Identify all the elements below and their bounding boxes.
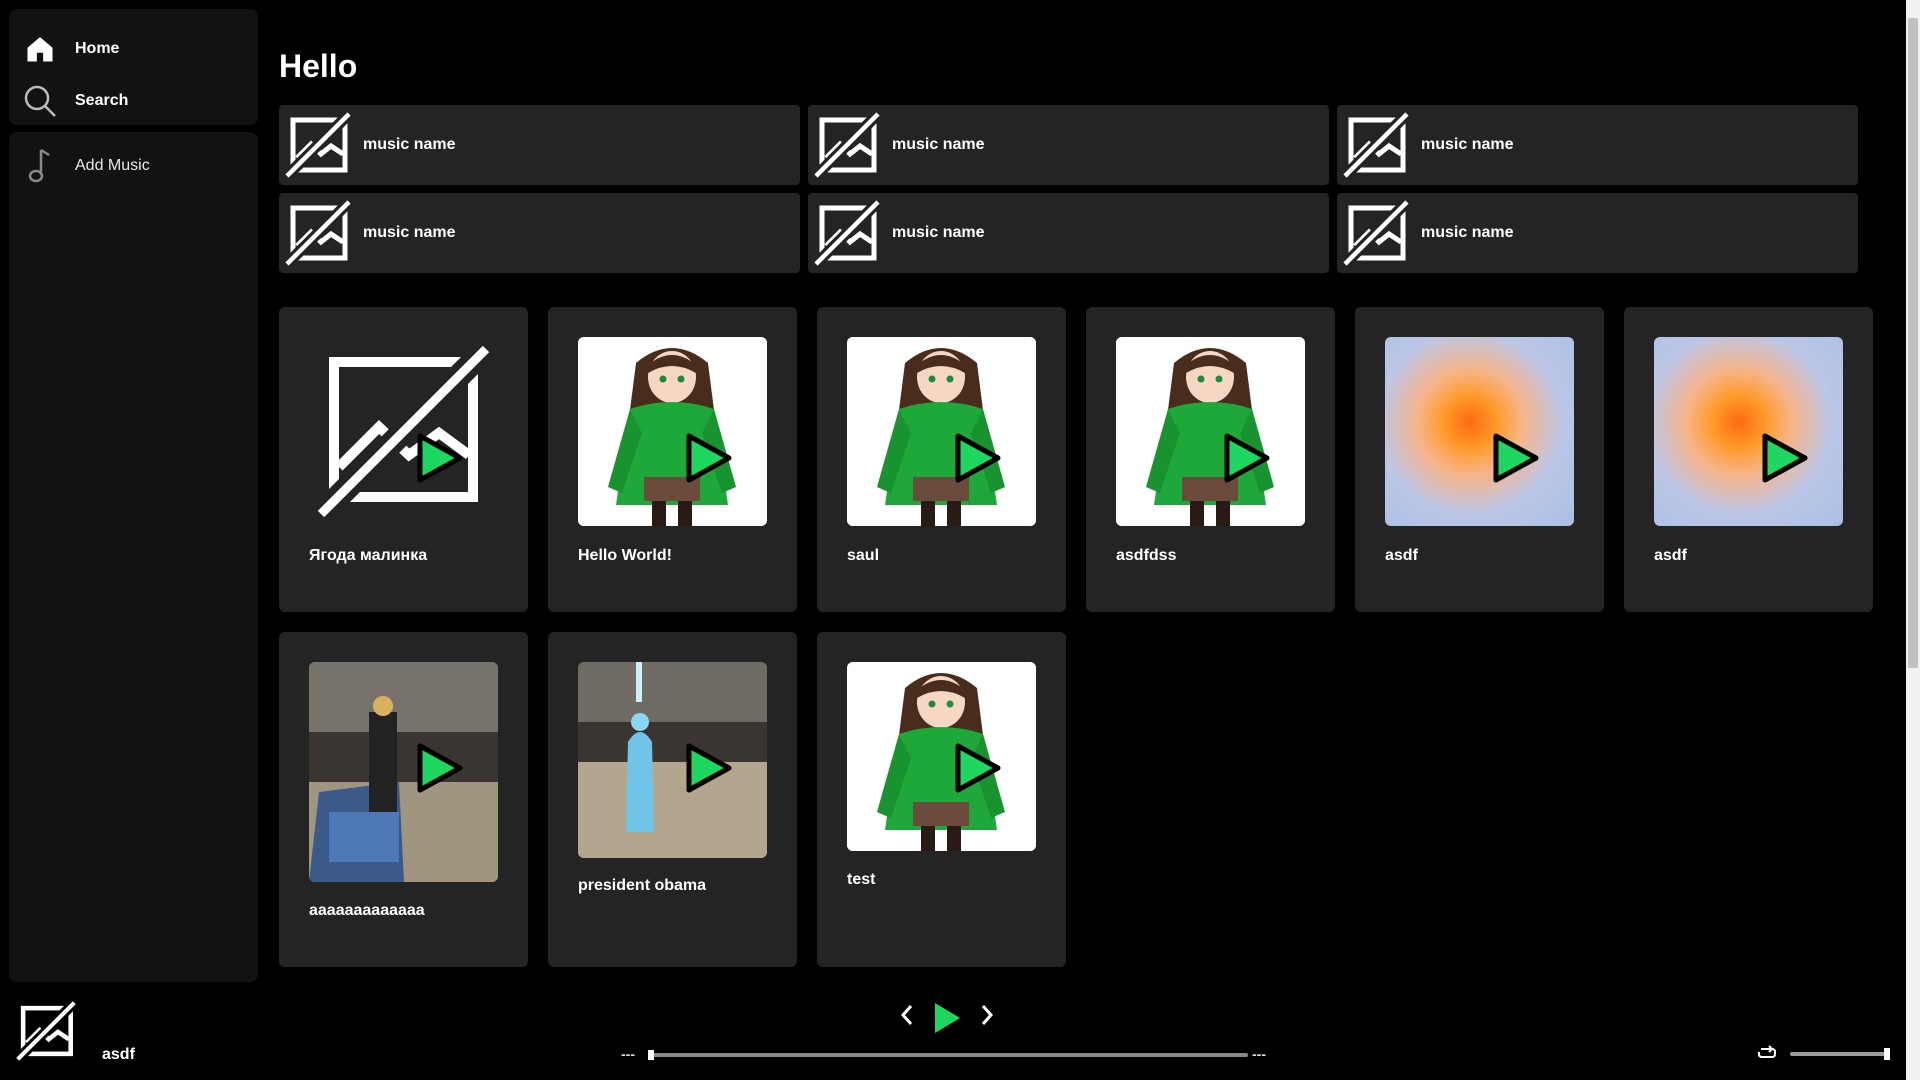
song-card[interactable]: asdf	[1355, 307, 1604, 612]
quick-picks: music name music name music name music n…	[279, 105, 1859, 273]
song-card[interactable]: president obama	[548, 632, 797, 967]
quick-item-title: music name	[363, 224, 456, 241]
page-title: Hello	[279, 48, 358, 84]
song-title: asdfdss	[1116, 547, 1177, 564]
sidebar-library: Add Music	[9, 132, 258, 982]
player-bar: asdf --- ---	[0, 985, 1906, 1080]
no-image-icon	[1341, 110, 1411, 180]
sidebar-item-label: Home	[75, 40, 120, 57]
play-icon[interactable]	[1490, 432, 1540, 484]
song-card[interactable]: asdf	[1624, 307, 1873, 612]
play-icon[interactable]	[952, 432, 1002, 484]
no-image-icon	[14, 999, 78, 1063]
song-title: aaaaaaaaaaaaa	[309, 902, 425, 919]
gradient-artwork	[1385, 337, 1574, 526]
play-icon[interactable]	[952, 742, 1002, 794]
gradient-artwork	[1654, 337, 1843, 526]
play-icon[interactable]	[932, 1001, 962, 1040]
progress-bar[interactable]	[648, 1053, 1248, 1057]
song-card[interactable]: asdfdss	[1086, 307, 1335, 612]
no-image-icon	[283, 110, 353, 180]
now-playing-title: asdf	[102, 1046, 135, 1063]
sidebar-nav: Home Search	[9, 9, 258, 125]
song-title: test	[847, 871, 876, 888]
play-icon[interactable]	[414, 432, 464, 484]
quick-item-title: music name	[892, 224, 985, 241]
quick-item-title: music name	[1421, 224, 1514, 241]
sidebar-item-home[interactable]: Home	[9, 25, 258, 73]
quick-item[interactable]: music name	[279, 105, 800, 185]
volume-knob[interactable]	[1884, 1048, 1890, 1060]
play-icon[interactable]	[1221, 432, 1271, 484]
game-scene-image	[309, 662, 498, 882]
quick-item[interactable]: music name	[1337, 105, 1858, 185]
volume-slider[interactable]	[1790, 1052, 1890, 1056]
no-image-icon	[812, 198, 882, 268]
anime-girl-image	[847, 337, 1036, 526]
no-image-icon	[1341, 198, 1411, 268]
anime-girl-image	[847, 662, 1036, 851]
play-icon[interactable]	[1759, 432, 1809, 484]
play-icon[interactable]	[683, 432, 733, 484]
song-card[interactable]: Ягода малинка	[279, 307, 528, 612]
song-title: asdf	[1385, 547, 1418, 564]
time-current: ---	[621, 1046, 635, 1062]
no-image-icon	[812, 110, 882, 180]
time-total: ---	[1252, 1046, 1266, 1062]
song-title: Hello World!	[578, 547, 672, 564]
home-icon	[23, 32, 57, 66]
no-image-icon	[309, 337, 498, 526]
quick-item-title: music name	[363, 136, 456, 153]
sidebar-item-label: Search	[75, 92, 129, 109]
song-title: president obama	[578, 877, 707, 894]
quick-item[interactable]: music name	[808, 105, 1329, 185]
game-scene-image	[578, 662, 767, 858]
chevron-left-icon[interactable]	[898, 1003, 916, 1032]
play-icon[interactable]	[683, 742, 733, 794]
quick-item-title: music name	[1421, 136, 1514, 153]
song-card[interactable]: aaaaaaaaaaaaa	[279, 632, 528, 967]
anime-girl-image	[1116, 337, 1305, 526]
repeat-icon[interactable]	[1757, 1044, 1777, 1067]
add-music-label: Add Music	[75, 157, 150, 174]
anime-girl-image	[578, 337, 767, 526]
song-cards: Ягода малинка Hello World! saul asdfdss	[279, 307, 1899, 967]
quick-item-title: music name	[892, 136, 985, 153]
chevron-right-icon[interactable]	[978, 1003, 996, 1032]
scrollbar-thumb[interactable]	[1908, 18, 1918, 668]
sidebar-item-search[interactable]: Search	[9, 77, 258, 125]
song-card[interactable]: test	[817, 632, 1066, 967]
search-icon	[23, 84, 57, 118]
quick-item[interactable]: music name	[279, 193, 800, 273]
song-title: asdf	[1654, 547, 1687, 564]
quick-item[interactable]: music name	[1337, 193, 1858, 273]
song-card[interactable]: Hello World!	[548, 307, 797, 612]
quick-item[interactable]: music name	[808, 193, 1329, 273]
song-title: saul	[847, 547, 880, 564]
song-title: Ягода малинка	[309, 547, 428, 564]
no-image-icon	[283, 198, 353, 268]
song-card[interactable]: saul	[817, 307, 1066, 612]
play-icon[interactable]	[414, 742, 464, 794]
main-content: Hello music name music name music name m…	[279, 0, 1899, 982]
add-music-button[interactable]: Add Music	[9, 142, 258, 190]
music-note-icon	[23, 148, 57, 183]
progress-knob[interactable]	[648, 1050, 654, 1060]
